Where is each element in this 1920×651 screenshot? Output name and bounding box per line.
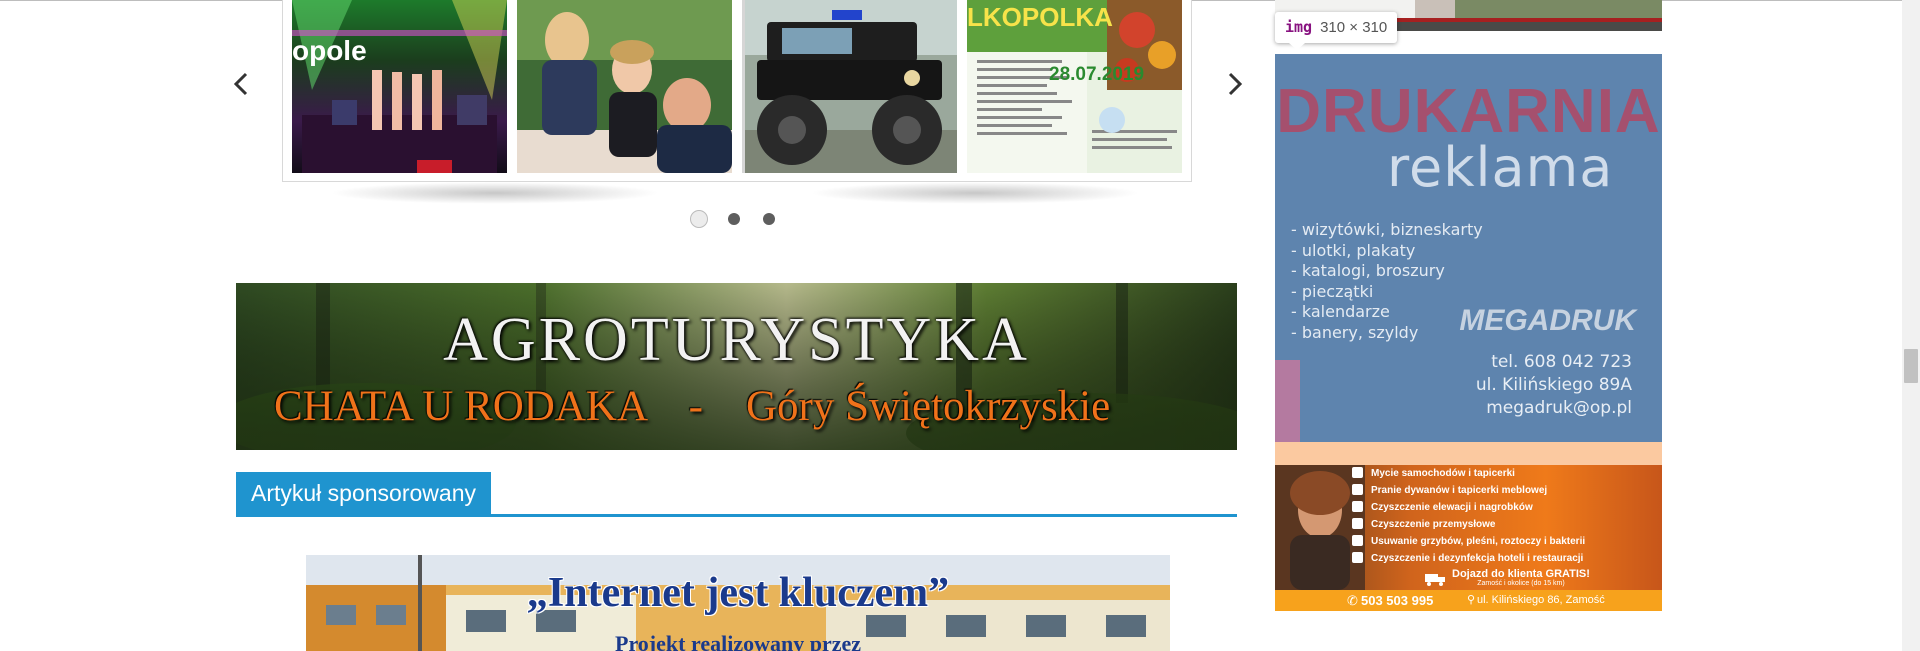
service-item: - kalendarze (1291, 302, 1390, 321)
carousel-next-button[interactable] (1222, 68, 1248, 100)
tooltip-dimensions: 310 × 310 (1320, 19, 1388, 36)
scrollbar-thumb[interactable] (1904, 349, 1918, 383)
service-item: - katalogi, broszury (1291, 261, 1445, 280)
carousel-shadow-right (810, 182, 1140, 204)
poster-title-text: LKOPOLKA (967, 2, 1113, 32)
factory-icon (1352, 518, 1363, 529)
carousel-dot-3[interactable] (763, 213, 775, 225)
image-carousel: opole LKOPOLKA 28.07.2019 (282, 0, 1192, 182)
ad-cleaning-phone: 503 503 995 (1361, 593, 1434, 608)
carousel-thumbnail-event-poster[interactable]: LKOPOLKA 28.07.2019 (967, 0, 1182, 173)
mushroom-icon (1352, 535, 1363, 546)
concert-logo-text: opole (292, 35, 367, 66)
agroturystyka-banner[interactable]: AGROTURYSTYKA CHATA U RODAKA - Góry Świę… (236, 283, 1237, 450)
car-icon (1352, 467, 1363, 478)
location-pin-icon: ⚲ (1467, 594, 1476, 606)
element-inspector-tooltip: img 310 × 310 (1275, 12, 1398, 50)
sidebar-ad-cleaning[interactable]: Mycie samochodów i tapicerki Pranie dywa… (1275, 465, 1662, 611)
poster-date-text: 28.07.2019 (1049, 64, 1144, 85)
section-divider (236, 514, 1237, 517)
chevron-left-icon (233, 72, 248, 96)
carousel-dot-2[interactable] (728, 213, 740, 225)
sponsored-article-image[interactable]: „Internet jest kluczem” Projekt realizow… (306, 555, 1170, 651)
ad-drukarnia-email: megadruk@op.pl (1486, 398, 1632, 418)
sofa-icon (1352, 484, 1363, 495)
sidebar-ad-drukarnia[interactable]: DRUKARNIA reklama - wizytówki, bizneskar… (1275, 54, 1662, 442)
carousel-pagination (690, 209, 780, 229)
ad-drukarnia-phone: tel. 608 042 723 (1491, 352, 1632, 372)
service-item: Pranie dywanów i tapicerki meblowej (1352, 482, 1585, 499)
carousel-shadow-left (330, 182, 660, 204)
section-heading-sponsored: Artykuł sponsorowany (236, 472, 491, 514)
carousel-thumbnail-family[interactable] (517, 0, 732, 173)
banner-title: AGROTURYSTYKA (443, 306, 1030, 374)
chevron-right-icon (1228, 72, 1243, 96)
service-item: Czyszczenie i dezynfekcja hoteli i resta… (1352, 550, 1585, 567)
service-item: - pieczątki (1291, 281, 1374, 301)
ad-drukarnia-subtitle: reklama (1387, 136, 1614, 199)
tooltip-tag: img (1285, 18, 1313, 36)
banner-subtitle: CHATA U RODAKA - Góry Świętokrzyskie (274, 383, 1111, 430)
carousel-dot-1[interactable] (690, 210, 708, 228)
service-item: Czyszczenie elewacji i nagrobków (1352, 499, 1585, 516)
service-item: - ulotki, plakaty (1291, 240, 1416, 260)
truck-icon (1425, 574, 1445, 586)
service-item: Mycie samochodów i tapicerki (1352, 465, 1585, 482)
carousel-thumbnail-concert[interactable]: opole (292, 0, 507, 173)
decorative-bar (1275, 360, 1300, 442)
carousel-prev-button[interactable] (228, 68, 254, 100)
phone-icon: ✆ (1347, 593, 1358, 608)
ad-drukarnia-services: - wizytówki, bizneskarty - ulotki, plaka… (1291, 220, 1483, 343)
ad-drukarnia-brand: MEGADRUK (1459, 304, 1636, 337)
service-item: - wizytówki, bizneskarty (1291, 220, 1483, 239)
service-item: Usuwanie grzybów, pleśni, roztoczy i bak… (1352, 533, 1585, 550)
ad-drukarnia-address: ul. Kilińskiego 89A (1475, 375, 1632, 395)
article-subtitle: Projekt realizowany przez (615, 631, 861, 651)
house-icon (1352, 501, 1363, 512)
ad-cleaning-free-delivery-note: Zamość i okolice (do 15 km) (1477, 580, 1565, 587)
ad-cleaning-address: ul. Kilińskiego 86, Zamość (1477, 594, 1605, 606)
sidebar-ad-separator (1275, 442, 1662, 465)
ad-cleaning-free-delivery: Dojazd do klienta GRATIS! Zamość i okolic… (1452, 568, 1590, 587)
article-title: „Internet jest kluczem” (526, 570, 950, 616)
page-scrollbar[interactable] (1902, 0, 1920, 651)
service-item: - banery, szyldy (1291, 322, 1419, 342)
service-item: Czyszczenie przemysłowe (1352, 516, 1585, 533)
carousel-thumbnail-monster-truck[interactable] (742, 0, 957, 173)
ad-drukarnia-contact: tel. 608 042 723 ul. Kilińskiego 89A meg… (1476, 351, 1632, 420)
ad-cleaning-services: Mycie samochodów i tapicerki Pranie dywa… (1352, 465, 1585, 567)
hotel-icon (1352, 552, 1363, 563)
